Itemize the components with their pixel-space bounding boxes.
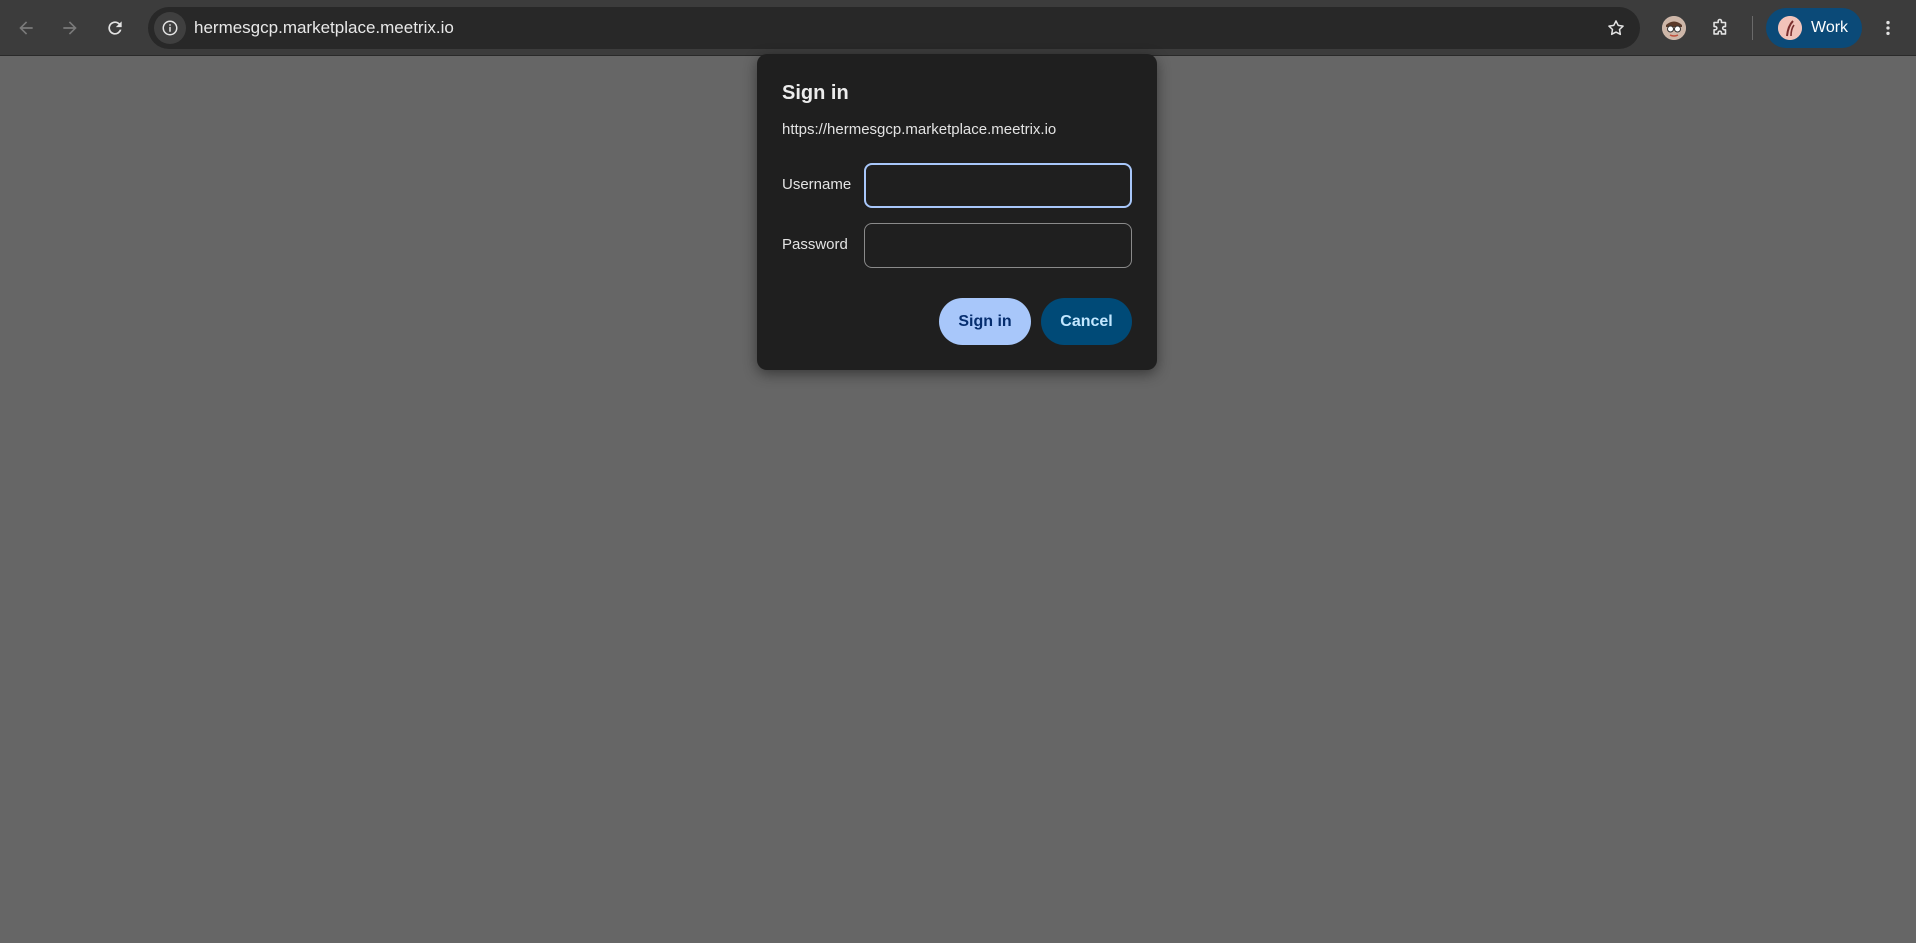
site-info-button[interactable]	[154, 12, 186, 44]
username-field[interactable]	[864, 163, 1132, 208]
sign-in-button[interactable]: Sign in	[939, 298, 1031, 345]
arrow-left-icon	[19, 21, 33, 35]
extensions-button[interactable]	[1706, 14, 1734, 42]
arrow-right-icon	[63, 21, 77, 35]
reload-icon	[108, 21, 122, 35]
bookmark-button[interactable]	[1604, 16, 1628, 40]
browser-menu-button[interactable]	[1874, 14, 1902, 42]
dialog-origin: https://hermesgcp.marketplace.meetrix.io	[782, 121, 1057, 138]
url-text[interactable]: hermesgcp.marketplace.meetrix.io	[194, 18, 454, 38]
profile-avatar-icon	[1778, 16, 1802, 40]
address-bar[interactable]: hermesgcp.marketplace.meetrix.io	[148, 7, 1640, 49]
profile-button[interactable]: Work	[1766, 8, 1862, 48]
back-button[interactable]	[10, 12, 42, 44]
forward-button[interactable]	[54, 12, 86, 44]
reload-button[interactable]	[99, 12, 131, 44]
toolbar-divider	[1752, 16, 1753, 40]
browser-toolbar: hermesgcp.marketplace.meetrix.io Work	[0, 0, 1916, 56]
dialog-title: Sign in	[782, 82, 849, 104]
star-icon	[1608, 20, 1624, 36]
password-label: Password	[782, 236, 848, 253]
profile-label: Work	[1811, 19, 1849, 36]
info-icon	[162, 20, 178, 36]
kebab-menu-icon	[1886, 20, 1890, 36]
extension-avatar-icon[interactable]	[1662, 16, 1686, 40]
password-field[interactable]	[864, 223, 1132, 268]
cancel-button[interactable]: Cancel	[1041, 298, 1132, 345]
puzzle-icon	[1713, 18, 1727, 35]
sign-in-dialog: Sign in https://hermesgcp.marketplace.me…	[757, 54, 1157, 370]
username-label: Username	[782, 176, 852, 193]
